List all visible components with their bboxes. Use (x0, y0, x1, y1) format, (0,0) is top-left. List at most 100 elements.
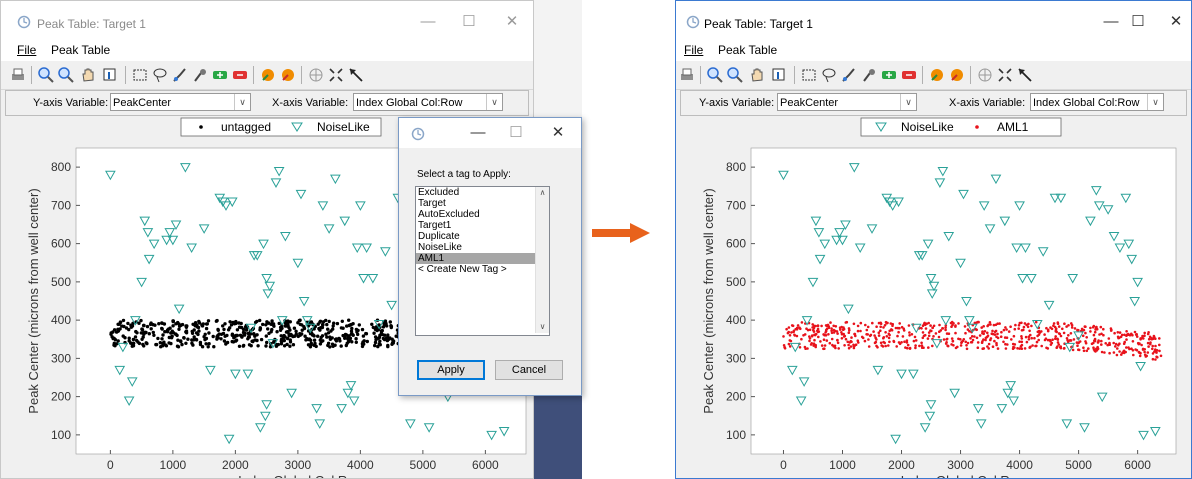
data-point (1131, 333, 1134, 337)
zoom-in-icon[interactable] (706, 66, 724, 84)
data-point (827, 326, 831, 329)
x-axis-variable-select[interactable]: Index Global Col:Row ∨ (353, 93, 503, 111)
tag-brush-icon[interactable] (860, 66, 878, 84)
cancel-button[interactable]: Cancel (495, 360, 563, 380)
menu-file[interactable]: File (17, 43, 36, 57)
brush-icon[interactable] (171, 66, 189, 84)
pointer-icon[interactable] (347, 66, 365, 84)
data-point (914, 344, 917, 347)
menu-file[interactable]: File (684, 43, 703, 57)
x-axis-variable-select[interactable]: Index Global Col:Row ∨ (1030, 93, 1164, 111)
hide-tag-icon[interactable] (948, 66, 966, 84)
data-point (897, 330, 900, 334)
dialog-close-button[interactable]: ✕ (541, 122, 575, 144)
data-point (799, 327, 802, 331)
data-point (820, 344, 824, 347)
lasso-icon[interactable] (151, 66, 169, 84)
data-point (888, 329, 891, 333)
show-tag-icon[interactable] (928, 66, 946, 84)
maximize-button[interactable]: ☐ (1121, 11, 1155, 33)
peak-scatter-chart-right[interactable]: 0 1000 2000 3000 4000 5000 6000 100 200 300 400 500… (676, 116, 1191, 479)
tag-option[interactable]: NoiseLike (416, 242, 549, 253)
data-point (116, 329, 121, 333)
x-tick-label: 0 (780, 458, 787, 472)
expand-icon[interactable] (327, 66, 345, 84)
y-axis-variable-select[interactable]: PeakCenter ∨ (110, 93, 251, 111)
tag-option[interactable]: AML1 (416, 253, 549, 264)
brush-icon[interactable] (840, 66, 858, 84)
data-point (901, 335, 905, 338)
data-point (241, 330, 246, 335)
data-point (1057, 325, 1061, 328)
data-point (965, 344, 968, 347)
data-cursor-icon[interactable] (770, 66, 788, 84)
add-tag-icon[interactable] (211, 66, 229, 84)
data-point (321, 339, 325, 343)
dialog-title-bar: — ☐ ✕ (399, 118, 581, 148)
data-point (895, 345, 898, 348)
close-button[interactable]: ✕ (1159, 11, 1191, 33)
data-point (825, 339, 829, 342)
remove-tag-icon[interactable] (900, 66, 918, 84)
data-point (1006, 343, 1009, 346)
scroll-up-icon[interactable]: ∧ (536, 187, 549, 199)
data-point (843, 344, 846, 347)
data-point (140, 328, 145, 332)
hide-tag-icon[interactable] (279, 66, 297, 84)
tag-option[interactable]: < Create New Tag > (416, 264, 549, 275)
tag-brush-icon[interactable] (191, 66, 209, 84)
data-point (180, 342, 184, 347)
pointer-icon[interactable] (1016, 66, 1034, 84)
data-cursor-icon[interactable] (101, 66, 119, 84)
select-rect-icon[interactable] (800, 66, 818, 84)
zoom-in-icon[interactable] (37, 66, 55, 84)
data-point (191, 322, 195, 326)
dialog-minimize-button[interactable]: — (461, 122, 495, 144)
pan-hand-icon[interactable] (748, 66, 766, 84)
y-axis-variable-select[interactable]: PeakCenter ∨ (777, 93, 917, 111)
data-point (126, 321, 130, 326)
menu-peak-table[interactable]: Peak Table (51, 43, 110, 57)
tag-option[interactable]: Target (416, 198, 549, 209)
lasso-icon[interactable] (820, 66, 838, 84)
close-button[interactable]: ✕ (495, 11, 529, 33)
zoom-out-icon[interactable] (57, 66, 75, 84)
tag-option[interactable]: Excluded (416, 187, 549, 198)
data-point (875, 338, 878, 341)
data-point (370, 322, 374, 326)
data-point (259, 337, 264, 342)
grid-icon[interactable] (976, 66, 994, 84)
data-point (171, 319, 175, 324)
tag-option[interactable]: Duplicate (416, 231, 549, 242)
dialog-maximize-button[interactable]: ☐ (499, 122, 533, 144)
expand-icon[interactable] (996, 66, 1014, 84)
data-point (175, 333, 179, 338)
grid-icon[interactable] (307, 66, 325, 84)
zoom-out-icon[interactable] (726, 66, 744, 84)
scroll-down-icon[interactable]: ∨ (536, 321, 549, 333)
print-icon[interactable] (678, 66, 696, 84)
data-point (1154, 344, 1157, 348)
pan-hand-icon[interactable] (79, 66, 97, 84)
add-tag-icon[interactable] (880, 66, 898, 84)
data-point (1022, 325, 1026, 329)
menu-peak-table[interactable]: Peak Table (718, 43, 777, 57)
data-point (1011, 347, 1015, 350)
data-point (877, 331, 881, 334)
data-point (856, 339, 860, 342)
minimize-button[interactable]: — (411, 11, 445, 33)
select-rect-icon[interactable] (131, 66, 149, 84)
data-point (1122, 342, 1126, 345)
data-point (1033, 336, 1036, 340)
tag-option[interactable]: Target1 (416, 220, 549, 231)
tag-option[interactable]: AutoExcluded (416, 209, 549, 220)
data-point (800, 321, 804, 324)
maximize-button[interactable]: ☐ (452, 11, 486, 33)
remove-tag-icon[interactable] (231, 66, 249, 84)
data-point (328, 345, 332, 349)
tag-listbox[interactable]: Excluded Target AutoExcluded Target1 Duplica… (415, 186, 550, 336)
show-tag-icon[interactable] (259, 66, 277, 84)
apply-button[interactable]: Apply (417, 360, 485, 380)
print-icon[interactable] (9, 66, 27, 84)
listbox-scrollbar[interactable]: ∧ ∨ (535, 187, 549, 333)
